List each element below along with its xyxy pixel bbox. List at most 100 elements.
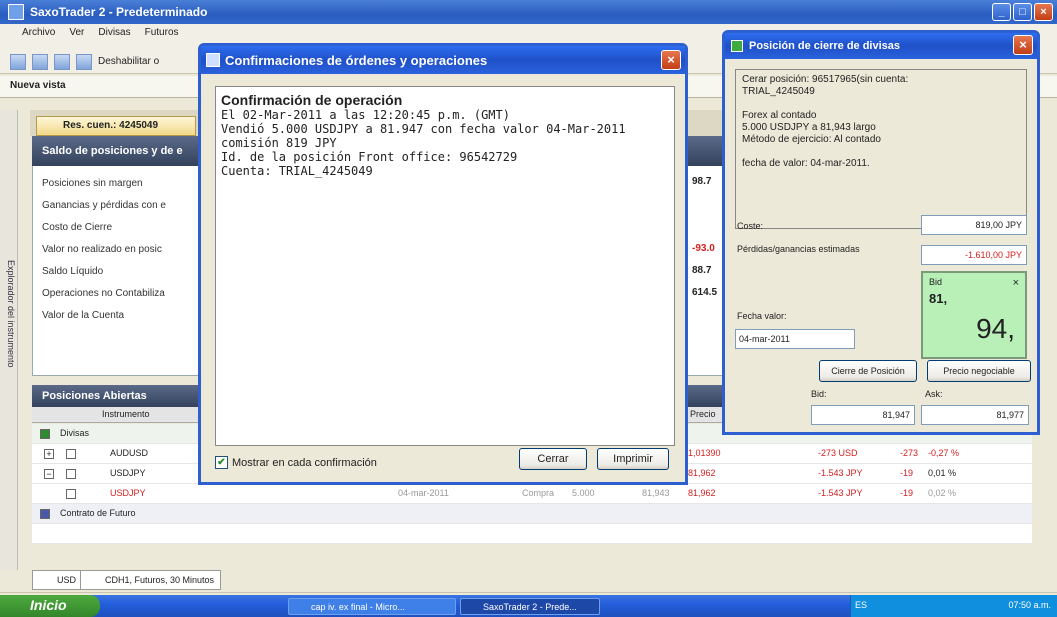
rate-tile[interactable]: Bid × 81, 94, xyxy=(921,271,1027,359)
disable-button[interactable]: Deshabilitar o xyxy=(98,56,159,67)
print-button[interactable]: Imprimir xyxy=(597,448,669,470)
table-row[interactable]: USDJPY 04-mar-2011 Compra 5.000 81,943 8… xyxy=(32,484,1032,504)
pct-change: 0,02 % xyxy=(928,488,957,498)
expand-icon[interactable]: + xyxy=(44,449,54,459)
instrument-name: USDJPY xyxy=(110,468,146,478)
profit-loss: -1.543 JPY xyxy=(818,468,863,478)
dialog-icon xyxy=(731,40,743,52)
dialog-icon xyxy=(206,53,220,67)
pl-estimate-label: Pérdidas/ganancias estimadas xyxy=(737,244,860,254)
trade-amount: 5.000 xyxy=(572,488,595,498)
account-row-label: Valor de la Cuenta xyxy=(42,310,125,321)
close-button[interactable]: Cerrar xyxy=(519,448,587,470)
close-position-button[interactable]: Cierre de Posición xyxy=(819,360,917,382)
confirmation-line: comisión 819 JPY xyxy=(221,136,337,150)
close-position-dialog: Posición de cierre de divisas × Cerar po… xyxy=(722,30,1040,435)
row-icon xyxy=(66,489,76,499)
trade-side: Compra xyxy=(522,488,555,498)
ask-field: 81,977 xyxy=(921,405,1029,425)
bottom-tab-chart[interactable]: CDH1, Futuros, 30 Minutos xyxy=(80,570,222,590)
profit-loss: -1.543 JPY xyxy=(818,488,863,498)
info-line: TRIAL_4245049 xyxy=(742,86,815,97)
menu-ver[interactable]: Ver xyxy=(69,27,84,44)
taskbar-item[interactable]: SaxoTrader 2 - Prede... xyxy=(460,598,600,615)
info-line: 5.000 USDJPY a 81,943 largo xyxy=(742,122,876,133)
main-title-text: SaxoTrader 2 - Predeterminado xyxy=(30,5,208,19)
table-row[interactable] xyxy=(32,524,1032,544)
close-window-button[interactable]: × xyxy=(1034,3,1053,21)
confirmation-dialog: Confirmaciones de órdenes y operaciones … xyxy=(198,43,688,485)
start-button[interactable]: Inicio xyxy=(0,595,100,617)
menu-futuros[interactable]: Futuros xyxy=(145,27,179,44)
account-row-label: Ganancias y pérdidas con e xyxy=(42,200,166,211)
confirmation-content: Confirmación de operación El 02-Mar-2011… xyxy=(215,86,675,446)
coste-field: 819,00 JPY xyxy=(921,215,1027,235)
maximize-button[interactable]: □ xyxy=(1013,3,1032,21)
clock: 07:50 a.m. xyxy=(1008,600,1051,610)
confirmation-line: Vendió 5.000 USDJPY a 81.947 con fecha v… xyxy=(221,122,626,136)
account-row-label: Posiciones sin margen xyxy=(42,178,143,189)
bid-field: 81,947 xyxy=(811,405,915,425)
checkbox[interactable]: ✔ xyxy=(215,456,228,469)
fecha-valor-label: Fecha valor: xyxy=(737,311,787,321)
confirmation-line: El 02-Mar-2011 a las 12:20:45 p.m. (GMT) xyxy=(221,108,510,122)
info-line: Forex al contado xyxy=(742,110,817,121)
current-price: 81,962 xyxy=(688,468,716,478)
account-value: 88.7 xyxy=(692,265,712,276)
bid-label: Bid: xyxy=(811,389,827,399)
info-line: Cerar posición: 96517965(sin cuenta: xyxy=(742,74,909,85)
col-instrument[interactable]: Instrumento xyxy=(102,409,150,419)
language-indicator[interactable]: ES xyxy=(855,600,867,610)
row-icon xyxy=(66,469,76,479)
menu-divisas[interactable]: Divisas xyxy=(98,27,130,44)
row-icon xyxy=(66,449,76,459)
app-icon xyxy=(8,4,24,20)
close-icon[interactable]: × xyxy=(661,50,681,70)
checkbox-label: Mostrar en cada confirmación xyxy=(232,456,377,469)
account-row-label: Valor no realizado en posic xyxy=(42,244,162,255)
print-icon[interactable] xyxy=(76,53,92,70)
group-icon xyxy=(40,509,50,519)
profit-loss-alt: -273 xyxy=(900,448,919,458)
group-icon xyxy=(40,429,50,439)
instrument-name: AUDUSD xyxy=(110,448,149,458)
profit-loss: -273 USD xyxy=(818,448,858,458)
pct-change: -0,27 % xyxy=(928,448,960,458)
confirmation-line: Id. de la posición Front office: 9654272… xyxy=(221,150,518,164)
confirmation-heading: Confirmación de operación xyxy=(221,92,403,108)
account-row-label: Saldo Líquido xyxy=(42,266,104,277)
close-icon[interactable]: × xyxy=(1013,277,1019,289)
close-position-dialog-title: Posición de cierre de divisas × xyxy=(725,33,1037,59)
group-row-futuros[interactable]: Contrato de Futuro xyxy=(32,504,1032,524)
pl-estimate-field: -1.610,00 JPY xyxy=(921,245,1027,265)
col-price[interactable]: Precio xyxy=(690,409,716,419)
profit-loss-alt: -19 xyxy=(900,488,914,498)
confirmation-title-text: Confirmaciones de órdenes y operaciones xyxy=(225,53,488,68)
main-window-title: SaxoTrader 2 - Predeterminado _ □ × xyxy=(0,0,1057,24)
tile-bid-label: Bid xyxy=(929,277,943,287)
group-label: Contrato de Futuro xyxy=(60,508,136,518)
save-all-icon[interactable] xyxy=(54,53,70,70)
ask-label: Ask: xyxy=(925,389,943,399)
bottom-tab-usd[interactable]: USD xyxy=(32,570,84,590)
menu-archivo[interactable]: Archivo xyxy=(22,27,55,44)
instrument-explorer-strip[interactable]: Explorador del instrumento xyxy=(0,110,18,570)
account-value: 614.5 xyxy=(692,287,718,298)
pct-change: 0,01 % xyxy=(928,468,957,478)
current-price: 1,01390 xyxy=(688,448,721,458)
tile-pips: 94, xyxy=(976,313,1015,344)
negotiable-price-button[interactable]: Precio negociable xyxy=(927,360,1031,382)
save-icon[interactable] xyxy=(32,53,48,70)
profit-loss-alt: -19 xyxy=(900,468,914,478)
close-icon[interactable]: × xyxy=(1013,35,1033,55)
confirmation-line: Cuenta: TRIAL_4245049 xyxy=(221,164,373,178)
fecha-valor-field[interactable]: 04-mar-2011 xyxy=(735,329,855,349)
system-tray: ES 07:50 a.m. xyxy=(850,595,1057,617)
account-row-label: Costo de Cierre xyxy=(42,222,113,233)
collapse-icon[interactable]: − xyxy=(44,469,54,479)
open-icon[interactable] xyxy=(10,53,26,70)
minimize-button[interactable]: _ xyxy=(992,3,1011,21)
account-summary-tab[interactable]: Res. cuen.: 4245049 xyxy=(36,116,196,136)
show-each-confirmation[interactable]: ✔ Mostrar en cada confirmación xyxy=(215,456,377,469)
taskbar-item[interactable]: cap iv. ex final - Micro... xyxy=(288,598,456,615)
